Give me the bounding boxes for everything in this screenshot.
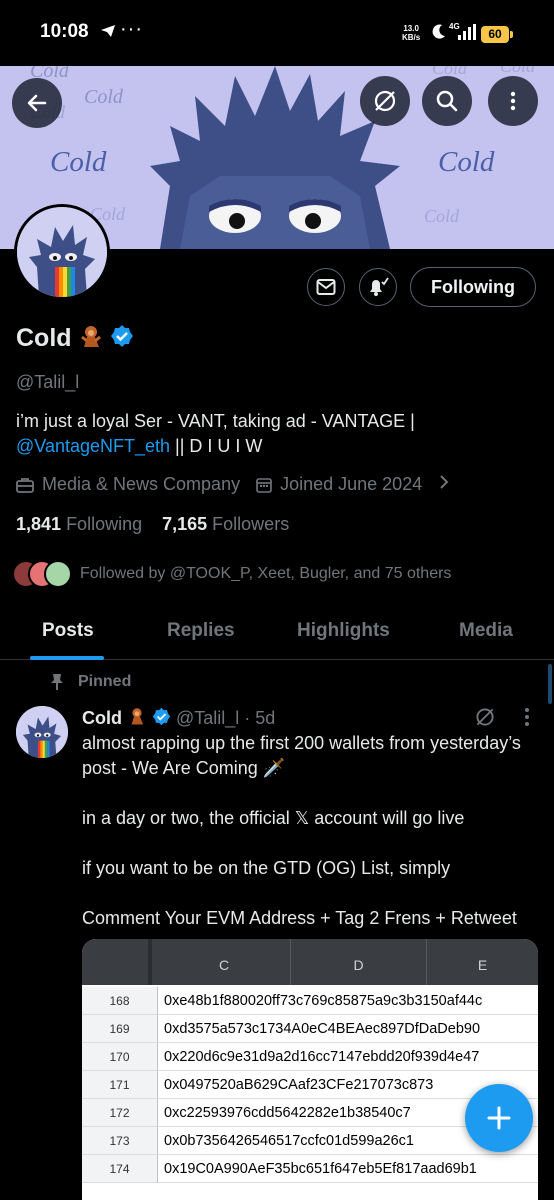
banner-word: Cold <box>438 146 495 178</box>
status-time: 10:08 <box>40 21 89 42</box>
mail-icon <box>316 279 336 295</box>
sheet-row-number: 171 <box>82 1071 158 1099</box>
pinned-text: Pinned <box>78 673 132 690</box>
profile-meta: Media & News Company Joined June 2024 <box>16 474 450 495</box>
bio-mention-link[interactable]: @VantageNFT_eth <box>16 436 170 456</box>
tab-posts[interactable]: Posts <box>42 620 94 642</box>
sheet-cell: 0x19C0A990AeF35bc651f647eb5Ef817aad69b1 <box>158 1155 538 1183</box>
grok-icon[interactable] <box>474 706 496 733</box>
sheet-row-number: 168 <box>82 987 158 1015</box>
tweet-paragraph: if you want to be on the GTD (OG) List, … <box>82 858 451 878</box>
briefcase-icon <box>16 477 34 493</box>
sheet-row-number: 172 <box>82 1099 158 1127</box>
tweet-paragraph: almost rapping up the first 200 wallets … <box>82 733 521 778</box>
verified-badge-icon <box>152 707 171 731</box>
category-item: Media & News Company <box>16 474 240 495</box>
sheet-row-number: 170 <box>82 1043 158 1071</box>
banner-word: Cold <box>424 206 460 226</box>
verified-badge-icon <box>110 324 134 353</box>
following-button[interactable]: Following <box>410 267 536 307</box>
tweet-text: almost rapping up the first 200 wallets … <box>82 731 542 931</box>
more-vertical-icon[interactable] <box>524 707 530 732</box>
followers-count-link[interactable]: 7,165 Followers <box>162 514 289 535</box>
search-button[interactable] <box>422 76 472 126</box>
profile-handle: @Talil_l <box>16 372 80 392</box>
followed-by-text: Followed by @TOOK_P, Xeet, Bugler, and 7… <box>80 565 452 582</box>
pinned-label: Pinned <box>50 673 131 691</box>
joined-item: Joined June 2024 <box>256 474 422 495</box>
avatar-monster-image <box>16 706 68 758</box>
tweet-image-spreadsheet[interactable]: C D E 168 0xe48b1f880020ff73c769c85875a9c… <box>82 939 538 1200</box>
profile-name-row: Cold <box>16 323 134 354</box>
compose-button[interactable] <box>465 1084 533 1152</box>
sheet-cell: 0xd3575a573c1734A0eC4BEAec897DfDaDeb90 <box>158 1015 538 1043</box>
notifications-button[interactable] <box>359 268 397 306</box>
tweet-author-avatar[interactable] <box>16 706 68 758</box>
bio-text: i’m just a loyal Ser - VANT, taking ad -… <box>16 411 415 431</box>
banner-word: Cold <box>50 146 107 178</box>
grok-button[interactable] <box>360 76 410 126</box>
banner-word: Cold <box>84 86 123 108</box>
battery-icon: 60 <box>481 26 513 43</box>
net-speed: 13.0 KB/s <box>402 24 421 42</box>
moon-icon <box>432 24 446 45</box>
bell-check-icon <box>370 277 389 296</box>
more-vertical-icon <box>510 91 516 111</box>
followers-label: Followers <box>212 514 290 534</box>
sheet-corner <box>82 939 152 985</box>
calendar-icon <box>256 477 272 493</box>
status-bar: 10:08 ··· 13.0 KB/s 4G 60 <box>0 0 554 66</box>
chevron-right-icon[interactable] <box>438 474 450 495</box>
more-notifications-icon: ··· <box>120 18 143 40</box>
grok-icon <box>374 90 396 112</box>
profile-joined: Joined June 2024 <box>280 474 423 494</box>
tweet-header: Cold @Talil_l · 5d <box>82 706 275 731</box>
signal-icon <box>458 24 476 45</box>
back-button[interactable] <box>12 78 62 128</box>
sheet-cell: 0x220d6c9e31d9a2d16cc7147ebdd20f939d4e47 <box>158 1043 538 1071</box>
more-options-button[interactable] <box>488 76 538 126</box>
followers-count: 7,165 <box>162 514 208 534</box>
sheet-cell: 0xe48b1f880020ff73c769c85875a9c3b3150af4… <box>158 987 538 1015</box>
sheet-row-number: 169 <box>82 1015 158 1043</box>
tab-media[interactable]: Media <box>459 620 513 642</box>
follower-avatar <box>44 560 72 588</box>
orangutan-emoji-icon <box>78 323 104 354</box>
follow-counts: 1,841 Following 7,165 Followers <box>16 514 289 535</box>
scrollbar[interactable] <box>548 664 552 704</box>
tweet-handle-time: @Talil_l · 5d <box>176 708 276 728</box>
tweet-author-name[interactable]: Cold <box>82 708 122 729</box>
sheet-header: C D E <box>82 939 538 985</box>
following-count-link[interactable]: 1,841 Following <box>16 514 142 535</box>
active-tab-indicator <box>30 656 104 660</box>
tweet-paragraph: Comment Your EVM Address + Tag 2 Frens +… <box>82 908 517 928</box>
following-count: 1,841 <box>16 514 62 534</box>
followed-by-row[interactable]: Followed by @TOOK_P, Xeet, Bugler, and 7… <box>12 560 451 588</box>
column-header: D <box>291 939 427 985</box>
sheet-row-number: 174 <box>82 1155 158 1183</box>
display-name: Cold <box>16 324 72 352</box>
tab-replies[interactable]: Replies <box>167 620 235 642</box>
message-button[interactable] <box>307 268 345 306</box>
tweet-actions-top <box>474 706 530 733</box>
orangutan-emoji-icon <box>127 706 147 731</box>
telegram-icon <box>100 24 116 43</box>
sheet-row-number: 173 <box>82 1127 158 1155</box>
arrow-left-icon <box>27 94 47 112</box>
column-header: C <box>158 939 291 985</box>
tweet-paragraph: in a day or two, the official 𝕏 account … <box>82 808 465 828</box>
tab-highlights[interactable]: Highlights <box>297 620 390 642</box>
profile-category: Media & News Company <box>42 474 241 494</box>
profile-tabs: Posts Replies Highlights Media <box>0 604 554 660</box>
banner-word: Cold <box>500 66 536 76</box>
profile-avatar[interactable] <box>14 204 110 300</box>
pin-icon <box>51 674 63 690</box>
search-icon <box>436 90 458 112</box>
avatar-monster-image <box>17 207 107 297</box>
following-label: Following <box>66 514 143 534</box>
column-header: E <box>477 957 488 973</box>
plus-icon <box>487 1106 511 1130</box>
profile-bio: i’m just a loyal Ser - VANT, taking ad -… <box>16 409 536 459</box>
bio-suffix: || D I U I W <box>170 436 263 456</box>
